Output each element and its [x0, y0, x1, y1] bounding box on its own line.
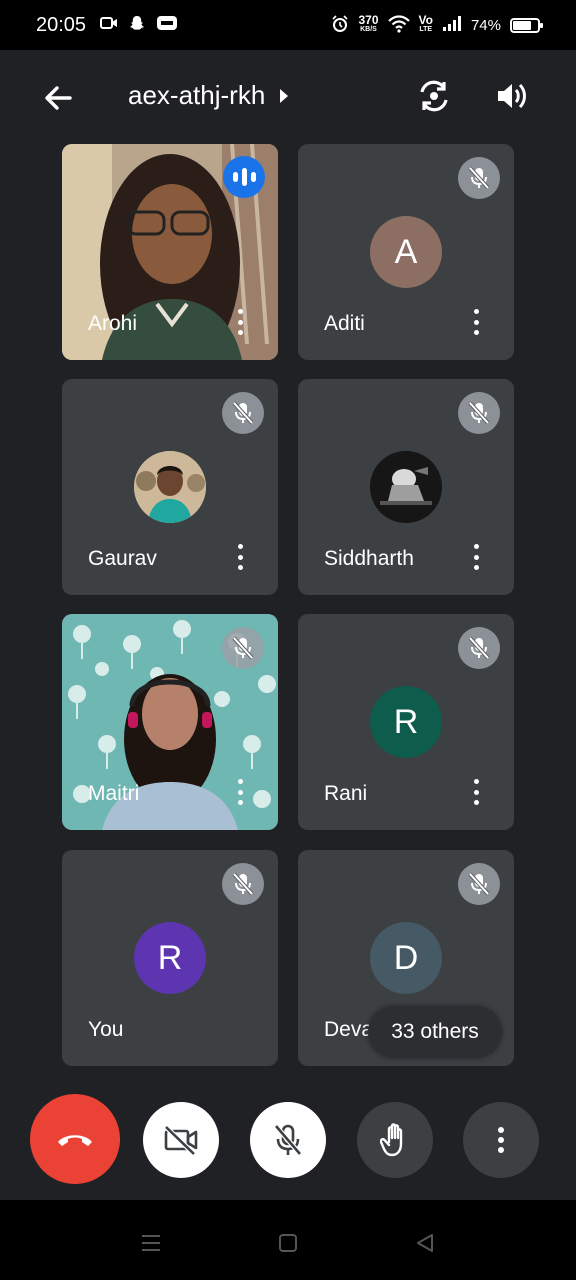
battery-percent: 74%: [470, 16, 501, 34]
more-vert-icon[interactable]: [466, 306, 486, 338]
switch-camera-button[interactable]: [412, 74, 456, 118]
participant-tile[interactable]: Siddharth: [298, 379, 514, 595]
chevron-right-icon: [280, 88, 289, 103]
audio-output-button[interactable]: [490, 74, 534, 118]
snapchat-icon: [128, 14, 146, 37]
square-icon: [279, 1234, 297, 1252]
participant-tile[interactable]: A Aditi: [298, 144, 514, 360]
recents-button[interactable]: [136, 1228, 166, 1258]
more-vert-icon: [498, 1127, 504, 1153]
more-vert-icon[interactable]: [230, 776, 250, 808]
more-vert-icon[interactable]: [466, 776, 486, 808]
mic-off-icon: [222, 627, 264, 669]
participant-name: Aditi: [324, 312, 365, 335]
triangle-back-icon: [417, 1234, 433, 1252]
meeting-header: aex-athj-rkh: [0, 50, 576, 142]
participant-tile[interactable]: R Rani: [298, 614, 514, 830]
hand-icon: [380, 1123, 403, 1157]
battery-fill: [513, 20, 531, 30]
speaking-indicator: [223, 156, 265, 198]
status-bar: 20:05 370 KB/S Vo LTE 74%: [0, 0, 576, 50]
participant-name: You: [88, 1018, 124, 1041]
mic-off-button[interactable]: [250, 1102, 326, 1178]
avatar: A: [370, 216, 442, 288]
video-call-icon: [100, 16, 118, 35]
mic-off-icon: [458, 627, 500, 669]
avatar: [134, 451, 206, 523]
avatar: [370, 451, 442, 523]
video-off-icon: [164, 1125, 198, 1156]
back-button[interactable]: [38, 78, 78, 118]
more-options-button[interactable]: [463, 1102, 539, 1178]
call-controls: [0, 1080, 576, 1200]
participant-tile[interactable]: Maitri: [62, 614, 278, 830]
arrow-back-icon: [45, 86, 72, 110]
home-button[interactable]: [273, 1228, 303, 1258]
participant-name: Arohi: [88, 312, 138, 335]
avatar: R: [134, 922, 206, 994]
signal-icon: [442, 15, 462, 35]
menu-icon: [142, 1235, 160, 1251]
mic-off-icon: [458, 392, 500, 434]
camera-off-button[interactable]: [143, 1102, 219, 1178]
volume-up-icon: [498, 83, 526, 109]
status-time: 20:05: [36, 13, 87, 36]
participant-tile[interactable]: R You: [62, 850, 278, 1066]
alarm-icon: [331, 14, 349, 36]
participant-name: Maitri: [88, 782, 140, 805]
wifi-icon: [387, 14, 410, 36]
raise-hand-button[interactable]: [357, 1102, 433, 1178]
participant-tile[interactable]: Arohi: [62, 144, 278, 360]
back-nav-button[interactable]: [410, 1228, 440, 1258]
others-pill[interactable]: 33 others: [368, 1006, 502, 1058]
battery-icon: [510, 17, 543, 33]
meeting-code: aex-athj-rkh: [128, 80, 266, 110]
meeting-title[interactable]: aex-athj-rkh: [128, 80, 289, 111]
end-call-button[interactable]: [30, 1094, 120, 1184]
mic-off-icon: [222, 863, 264, 905]
network-speed: 370 KB/S: [358, 13, 379, 33]
participant-tile[interactable]: Gaurav: [62, 379, 278, 595]
avatar: R: [370, 686, 442, 758]
volte-indicator: Vo LTE: [418, 13, 433, 33]
more-vert-icon[interactable]: [466, 541, 486, 573]
switch-camera-icon: [420, 80, 448, 112]
mic-off-icon: [222, 392, 264, 434]
avatar: D: [370, 922, 442, 994]
phone-hangup-icon: [58, 1135, 92, 1146]
mic-off-icon: [458, 863, 500, 905]
participant-name: Rani: [324, 782, 368, 805]
system-nav-bar: [0, 1200, 576, 1280]
mic-off-icon: [274, 1124, 302, 1156]
app-notification-icon: [156, 14, 178, 37]
more-vert-icon[interactable]: [230, 541, 250, 573]
participant-name: Siddharth: [324, 547, 414, 570]
participant-name: Gaurav: [88, 547, 157, 570]
more-vert-icon[interactable]: [230, 306, 250, 338]
mic-off-icon: [458, 157, 500, 199]
